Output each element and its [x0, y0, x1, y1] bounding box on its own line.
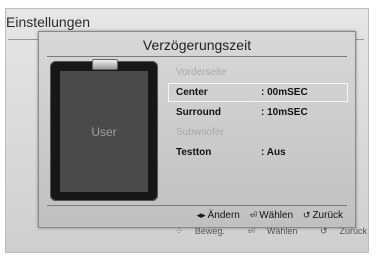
- dialog-bottom-divider: [47, 205, 347, 206]
- row-test-tone[interactable]: Testton : Aus: [169, 144, 347, 161]
- dialog-footer-hints: ◂▸ Ändern ⏎ Wählen ↺ Zurück: [190, 210, 343, 221]
- enter-icon: ⏎: [249, 210, 258, 220]
- row-center-value: : 00mSEC: [261, 87, 308, 98]
- row-test-tone-value: : Aus: [261, 147, 286, 158]
- device-clip: [92, 59, 118, 70]
- row-subwoofer-label: Subwoofer: [176, 127, 224, 138]
- row-surround[interactable]: Surround : 10mSEC: [169, 104, 347, 121]
- delay-settings-list: Vorderseite Center : 00mSEC Surround : 1…: [168, 64, 348, 164]
- delay-time-dialog: Verzögerungszeit User Vorderseite Center…: [38, 31, 356, 228]
- background-title: Einstellungen: [6, 14, 91, 30]
- hint-change[interactable]: ◂▸ Ändern: [197, 210, 240, 221]
- left-right-arrows-icon: ◂▸: [196, 210, 206, 220]
- user-device-image: User: [50, 59, 158, 201]
- device-screen: User: [60, 71, 148, 192]
- hint-select[interactable]: ⏎ Wählen: [250, 210, 293, 221]
- device-user-label: User: [91, 125, 117, 139]
- row-center-label: Center: [176, 87, 208, 98]
- row-subwoofer: Subwoofer: [169, 124, 347, 141]
- dialog-title: Verzögerungszeit: [142, 37, 252, 53]
- dialog-top-divider: [47, 56, 347, 57]
- row-test-tone-label: Testton: [176, 147, 212, 158]
- hint-back[interactable]: ↺ Zurück: [303, 210, 343, 221]
- row-front-label: Vorderseite: [176, 67, 227, 78]
- row-surround-value: : 10mSEC: [261, 107, 308, 118]
- row-front: Vorderseite: [169, 64, 347, 81]
- row-surround-label: Surround: [176, 107, 221, 118]
- return-icon: ↺: [302, 210, 311, 220]
- row-center[interactable]: Center : 00mSEC: [168, 83, 348, 102]
